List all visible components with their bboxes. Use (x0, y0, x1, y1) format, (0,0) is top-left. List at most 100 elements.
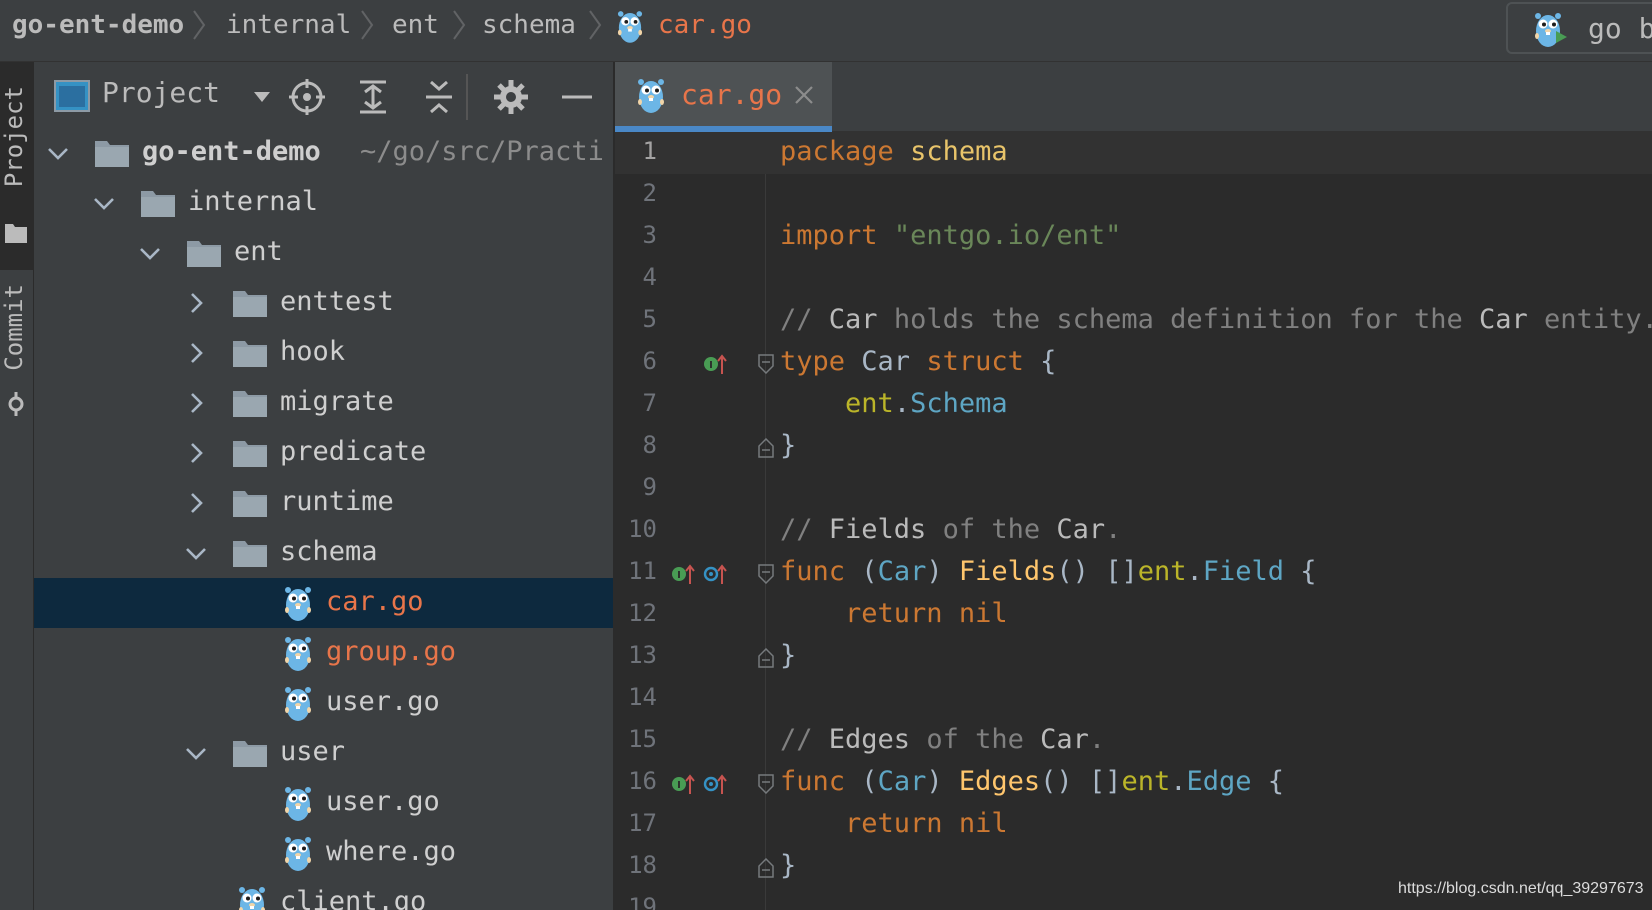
close-icon[interactable] (793, 84, 815, 106)
folder-icon (232, 538, 268, 568)
line-number: 10 (628, 515, 657, 543)
collapse-all-icon[interactable] (420, 78, 458, 116)
code-text: type Car struct { (780, 346, 1057, 377)
tree-item-label: car.go (326, 586, 424, 617)
gopher-file-icon (284, 584, 312, 622)
tree-item-car-go[interactable]: car.go (34, 578, 613, 628)
fold-start-icon[interactable] (757, 774, 775, 794)
code-text: // Edges of the Car. (780, 724, 1106, 755)
line-number: 1 (642, 137, 657, 165)
run-configuration-selector[interactable]: go bu (1506, 2, 1652, 54)
code-text: func (Car) Edges() []ent.Edge { (780, 766, 1285, 797)
fold-end-icon[interactable] (757, 438, 775, 458)
code-text: return nil (845, 808, 1008, 839)
folder-icon (232, 338, 268, 368)
breadcrumb-schema[interactable]: schema (482, 8, 576, 42)
tree-item-label: internal (188, 186, 319, 217)
code-text: ent.Schema (845, 388, 1008, 419)
navigation-bar: go-ent-demo internal ent schema car.go g… (0, 0, 1652, 62)
code-text: package schema (780, 136, 1008, 167)
code-line: 7 ent.Schema (615, 384, 1652, 426)
chevron-right-icon[interactable] (184, 291, 208, 315)
code-text: import "entgo.io/ent" (780, 220, 1122, 251)
project-view-selector[interactable]: Project (102, 76, 220, 109)
run-config-label: go bu (1588, 12, 1652, 45)
gear-icon[interactable] (492, 78, 530, 116)
tab-car-go[interactable]: car.go (615, 62, 832, 132)
minimize-icon[interactable] (558, 78, 596, 116)
gopher-file-icon (284, 834, 312, 872)
fold-end-icon[interactable] (757, 648, 775, 668)
line-number: 13 (628, 641, 657, 669)
tree-item-where-go[interactable]: where.go (34, 828, 613, 878)
tree-item-schema[interactable]: schema (34, 528, 613, 578)
tree-item-user[interactable]: user (34, 728, 613, 778)
chevron-right-icon (588, 10, 602, 40)
tree-item-hook[interactable]: hook (34, 328, 613, 378)
tree-item-ent[interactable]: ent (34, 228, 613, 278)
implements-interface-icon[interactable] (671, 772, 695, 796)
breadcrumb-project[interactable]: go-ent-demo (12, 8, 184, 42)
override-method-icon[interactable] (703, 562, 727, 586)
project-view-icon (54, 80, 90, 112)
locate-file-icon[interactable] (288, 78, 326, 116)
override-method-icon[interactable] (703, 772, 727, 796)
chevron-right-icon[interactable] (184, 491, 208, 515)
implements-interface-icon[interactable] (703, 352, 727, 376)
line-number: 6 (642, 347, 657, 375)
code-line: 14 (615, 678, 1652, 720)
code-line: 4 (615, 258, 1652, 300)
dropdown-arrow-icon[interactable] (252, 90, 272, 104)
folder-icon (232, 438, 268, 468)
code-line: 8 } (615, 426, 1652, 468)
line-number: 2 (642, 179, 657, 207)
breadcrumb-file[interactable]: car.go (658, 8, 752, 42)
tree-item-predicate[interactable]: predicate (34, 428, 613, 478)
tree-item-user-go[interactable]: user.go (34, 678, 613, 728)
tree-item-runtime[interactable]: runtime (34, 478, 613, 528)
tree-item-internal[interactable]: internal (34, 178, 613, 228)
chevron-right-icon[interactable] (184, 441, 208, 465)
tree-item-migrate[interactable]: migrate (34, 378, 613, 428)
code-line: 10 // Fields of the Car. (615, 510, 1652, 552)
line-number: 19 (628, 893, 657, 910)
code-line: 5 // Car holds the schema definition for… (615, 300, 1652, 342)
line-number: 12 (628, 599, 657, 627)
breadcrumb-internal[interactable]: internal (226, 8, 351, 42)
editor-tab-bar: car.go (615, 62, 1652, 132)
code-editor[interactable]: 1 package schema 2 3 import "entgo.io/en… (615, 132, 1652, 910)
project-panel-header: Project (34, 62, 613, 132)
folder-icon (140, 188, 176, 218)
code-line: 13 } (615, 636, 1652, 678)
tree-item-label: hook (280, 336, 346, 367)
expand-all-icon[interactable] (354, 78, 392, 116)
implements-interface-icon[interactable] (671, 562, 695, 586)
tree-item-go-ent-demo[interactable]: go-ent-demo ~/go/src/Practi (34, 128, 613, 178)
project-tool-label: Project (0, 86, 28, 188)
chevron-down-icon[interactable] (138, 241, 162, 265)
folder-icon (232, 488, 268, 518)
chevron-right-icon[interactable] (184, 341, 208, 365)
folder-icon (232, 388, 268, 418)
left-tool-strip: Project Commit (0, 62, 34, 910)
line-number: 7 (642, 389, 657, 417)
tree-item-user-user-go[interactable]: user.go (34, 778, 613, 828)
project-tool-tab[interactable]: Project (0, 62, 34, 270)
code-line: 2 (615, 174, 1652, 216)
fold-start-icon[interactable] (757, 354, 775, 374)
line-number: 16 (628, 767, 657, 795)
tree-item-group-go[interactable]: group.go (34, 628, 613, 678)
code-line: 1 package schema (615, 132, 1652, 174)
chevron-down-icon[interactable] (92, 191, 116, 215)
chevron-down-icon[interactable] (184, 741, 208, 765)
tree-item-label: schema (280, 536, 378, 567)
chevron-right-icon[interactable] (184, 391, 208, 415)
breadcrumb-ent[interactable]: ent (392, 8, 439, 42)
chevron-down-icon[interactable] (184, 541, 208, 565)
fold-end-icon[interactable] (757, 858, 775, 878)
tree-item-client-go[interactable]: client.go (34, 878, 613, 910)
commit-tool-tab[interactable]: Commit (0, 274, 34, 422)
chevron-down-icon[interactable] (46, 141, 70, 165)
fold-start-icon[interactable] (757, 564, 775, 584)
tree-item-enttest[interactable]: enttest (34, 278, 613, 328)
